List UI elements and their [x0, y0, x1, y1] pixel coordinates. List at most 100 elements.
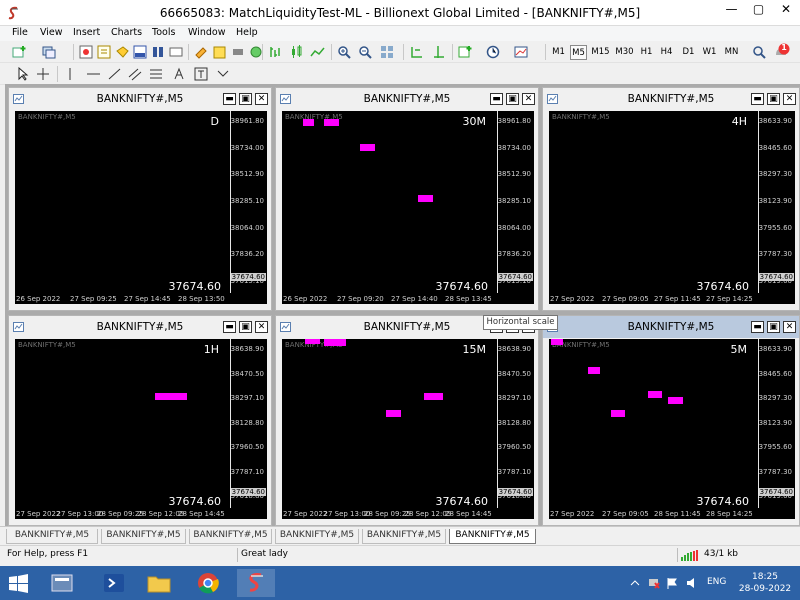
metatrader-task[interactable]: [237, 569, 275, 597]
crosshair-icon[interactable]: [36, 67, 51, 81]
chart-close-button[interactable]: ✕: [783, 93, 796, 105]
chart-minimize-button[interactable]: ▬: [751, 321, 764, 333]
chart-tab[interactable]: BANKNIFTY#,M5: [275, 529, 359, 544]
zoom-out-icon[interactable]: [358, 45, 373, 59]
autotrading-icon[interactable]: [169, 45, 184, 59]
timeframe-m15-button[interactable]: M15: [590, 45, 611, 60]
chart-minimize-button[interactable]: ▬: [751, 93, 764, 105]
chart-plot-area[interactable]: BANKNIFTY#,M5 4H 37674.60 38633.90 38465.…: [549, 111, 795, 304]
chart-window[interactable]: BANKNIFTY#,M5 ▬ ▣ ✕ BANKNIFTY#,M5 4H 376…: [542, 87, 800, 311]
close-button[interactable]: ✕: [772, 0, 800, 20]
chart-minimize-button[interactable]: ▬: [223, 93, 236, 105]
chart-window[interactable]: BANKNIFTY#,M5 ▬ ▣ ✕ BANKNIFTY#,M5 1H 376…: [8, 315, 272, 526]
chart-tab[interactable]: BANKNIFTY#,M5: [101, 529, 186, 544]
new-order-icon[interactable]: [194, 45, 209, 59]
trendline-icon[interactable]: [107, 67, 122, 81]
chart-plot-area[interactable]: BANKNIFTY#,M5 5M 37674.60 38633.90 38465.…: [549, 339, 795, 519]
network-warning-icon[interactable]: [648, 577, 660, 589]
chart-minimize-button[interactable]: ▬: [490, 93, 503, 105]
current-price-tick[interactable]: 37674.60: [230, 273, 266, 281]
menu-insert[interactable]: Insert: [73, 27, 100, 38]
navigator-icon[interactable]: [115, 45, 130, 59]
chart-window[interactable]: BANKNIFTY#,M5 ▬ ▣ ✕ BANKNIFTY#,M5 5M 376…: [542, 315, 800, 526]
current-price-tick[interactable]: 37674.60: [497, 488, 533, 496]
fibonacci-icon[interactable]: [149, 67, 164, 81]
chart-caption[interactable]: BANKNIFTY#,M5 ▬ ▣ ✕: [543, 88, 799, 110]
line-chart-icon[interactable]: [310, 45, 325, 59]
chart-window[interactable]: BANKNIFTY#,M5 ▬ ▣ ✕ BANKNIFTY#,M5 30M 37…: [275, 87, 539, 311]
tile-windows-icon[interactable]: [380, 45, 395, 59]
chart-minimize-button[interactable]: ▬: [223, 321, 236, 333]
chart-window[interactable]: BANKNIFTY#,M5 ▬ ▣ ✕ BANKNIFTY#,M5 15M 37…: [275, 315, 539, 526]
current-price-tick[interactable]: 37674.60: [497, 273, 533, 281]
server-manager-icon[interactable]: [43, 569, 81, 597]
candlestick-icon[interactable]: [289, 45, 304, 59]
current-price-tick[interactable]: 37674.60: [758, 273, 794, 281]
chart-plot-area[interactable]: BANKNIFTY#,M5 1H 37674.60 38638.90 38470.…: [15, 339, 267, 519]
data-window-icon[interactable]: [97, 45, 112, 59]
current-price-tick[interactable]: 37674.60: [230, 488, 266, 496]
scroll-end-icon[interactable]: [409, 45, 424, 59]
chart-caption[interactable]: BANKNIFTY#,M5 ▬ ▣ ✕: [543, 316, 799, 338]
chrome-icon[interactable]: [189, 569, 227, 597]
new-chart-icon[interactable]: [12, 45, 27, 59]
indicators-icon[interactable]: [458, 45, 473, 59]
chart-restore-button[interactable]: ▣: [239, 93, 252, 105]
chart-close-button[interactable]: ✕: [783, 321, 796, 333]
channel-icon[interactable]: [128, 67, 143, 81]
input-language[interactable]: ENG: [707, 577, 726, 587]
tray-up-arrow-icon[interactable]: [629, 577, 641, 589]
powershell-icon[interactable]: [95, 569, 133, 597]
text-icon[interactable]: [172, 67, 187, 81]
zoom-in-icon[interactable]: [337, 45, 352, 59]
bar-chart-icon[interactable]: [268, 45, 283, 59]
timeframe-h1-button[interactable]: H1: [638, 45, 655, 60]
tester-icon[interactable]: [151, 45, 166, 59]
clock[interactable]: 18:25 28-09-2022: [736, 571, 794, 595]
chart-caption[interactable]: BANKNIFTY#,M5 ▬ ▣ ✕: [276, 88, 538, 110]
menu-file[interactable]: File: [12, 27, 28, 38]
chart-close-button[interactable]: ✕: [255, 321, 268, 333]
chart-plot-area[interactable]: BANKNIFTY#,M5 15M 37674.60 38638.90 38470…: [282, 339, 534, 519]
timeframe-w1-button[interactable]: W1: [701, 45, 718, 60]
timeframe-m30-button[interactable]: M30: [614, 45, 635, 60]
notifications-icon[interactable]: 1: [773, 43, 790, 60]
chart-close-button[interactable]: ✕: [255, 93, 268, 105]
chart-plot-area[interactable]: BANKNIFTY#,M5 30M 37674.60 38961.80 38734…: [282, 111, 534, 304]
minimize-button[interactable]: —: [718, 0, 745, 20]
chart-restore-button[interactable]: ▣: [767, 321, 780, 333]
metaeditor-icon[interactable]: [212, 45, 227, 59]
chart-restore-button[interactable]: ▣: [506, 93, 519, 105]
start-icon[interactable]: [9, 574, 28, 593]
menu-help[interactable]: Help: [236, 27, 258, 38]
terminal-icon[interactable]: [133, 45, 148, 59]
templates-icon[interactable]: [514, 45, 529, 59]
chart-close-button[interactable]: ✕: [522, 93, 535, 105]
market-watch-icon[interactable]: [79, 45, 94, 59]
maximize-button[interactable]: ▢: [745, 0, 772, 20]
menu-window[interactable]: Window: [188, 27, 225, 38]
timeframe-h4-button[interactable]: H4: [658, 45, 675, 60]
chart-shift-end-icon[interactable]: [431, 45, 446, 59]
chart-shift-icon[interactable]: [231, 45, 246, 59]
profiles-icon[interactable]: [42, 45, 57, 59]
cursor-icon[interactable]: [15, 67, 30, 81]
vertical-line-icon[interactable]: [63, 67, 78, 81]
speaker-icon[interactable]: [686, 577, 698, 589]
chart-plot-area[interactable]: BANKNIFTY#,M5 D 37674.60 38961.80 38734.0…: [15, 111, 267, 304]
chart-caption[interactable]: BANKNIFTY#,M5 ▬ ▣ ✕: [9, 316, 271, 338]
timeframe-m5-button[interactable]: M5: [570, 45, 587, 60]
chart-window[interactable]: BANKNIFTY#,M5 ▬ ▣ ✕ BANKNIFTY#,M5 D 3767…: [8, 87, 272, 311]
current-price-tick[interactable]: 37674.60: [758, 488, 794, 496]
chart-restore-button[interactable]: ▣: [239, 321, 252, 333]
periods-icon[interactable]: [486, 45, 501, 59]
chart-restore-button[interactable]: ▣: [767, 93, 780, 105]
timeframe-mn-button[interactable]: MN: [723, 45, 740, 60]
chart-tab[interactable]: BANKNIFTY#,M5: [362, 529, 446, 544]
menu-tools[interactable]: Tools: [152, 27, 175, 38]
chart-tab[interactable]: BANKNIFTY#,M5: [189, 529, 272, 544]
file-explorer-icon[interactable]: [140, 569, 178, 597]
horizontal-line-icon[interactable]: [86, 67, 101, 81]
arrows-icon[interactable]: [216, 67, 231, 81]
timeframe-m1-button[interactable]: M1: [550, 45, 567, 60]
